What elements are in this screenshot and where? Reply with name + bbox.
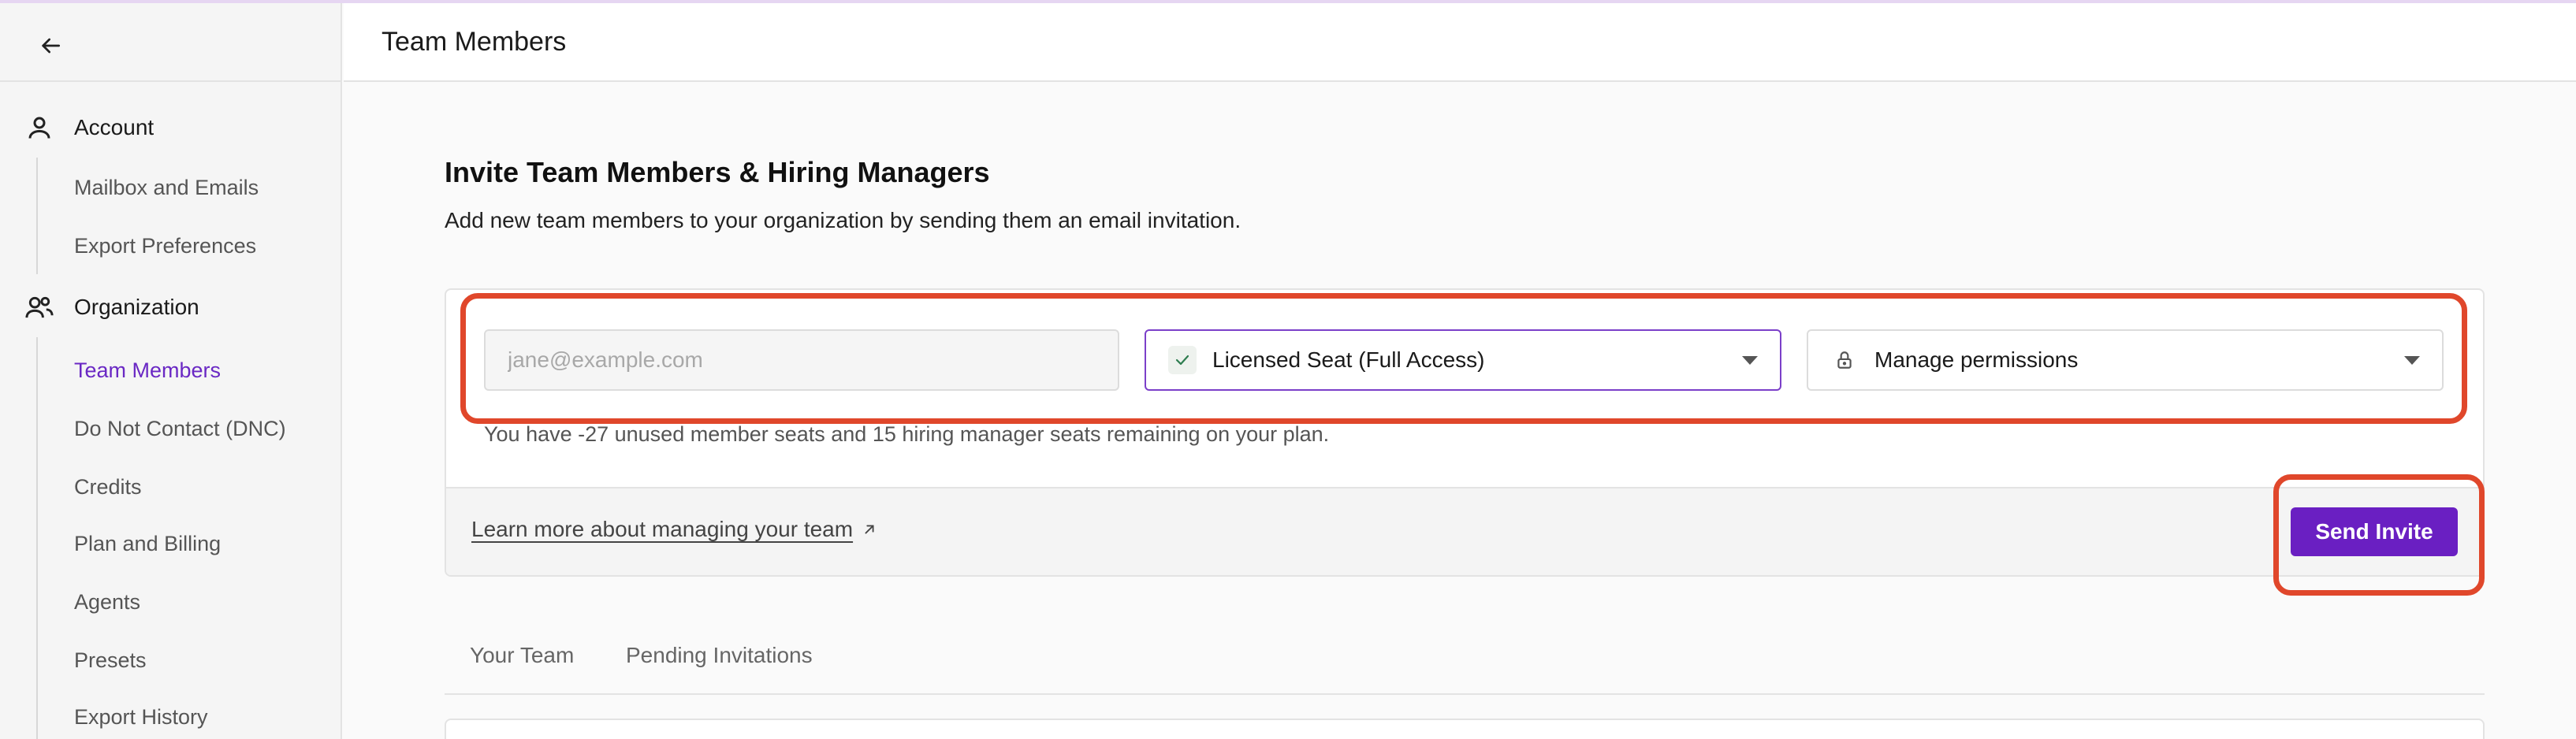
sidebar-section-label: Organization bbox=[74, 295, 199, 319]
sidebar-item-agents[interactable]: Agents bbox=[74, 585, 140, 619]
seat-type-value: Licensed Seat (Full Access) bbox=[1212, 347, 1485, 372]
sidebar-section-label: Account bbox=[74, 115, 154, 139]
caret-down-icon bbox=[2404, 355, 2420, 365]
sidebar-section-organization[interactable]: Organization bbox=[24, 284, 199, 331]
send-invite-button[interactable]: Send Invite bbox=[2291, 507, 2458, 556]
sidebar-item-credits[interactable]: Credits bbox=[74, 470, 142, 504]
invite-section-subtitle: Add new team members to your organizatio… bbox=[445, 208, 1241, 232]
tab-your-team[interactable]: Your Team bbox=[470, 643, 574, 668]
tab-pending-invitations[interactable]: Pending Invitations bbox=[626, 643, 813, 668]
invite-email-input[interactable] bbox=[484, 329, 1119, 391]
sidebar-back-row bbox=[0, 3, 341, 82]
sidebar-item-do-not-contact[interactable]: Do Not Contact (DNC) bbox=[74, 411, 286, 446]
sidebar-tree-line bbox=[36, 158, 38, 274]
lock-icon bbox=[1830, 346, 1859, 374]
page-header: Team Members bbox=[344, 3, 2576, 82]
seats-remaining-note: You have -27 unused member seats and 15 … bbox=[484, 422, 1330, 446]
permissions-select[interactable]: Manage permissions bbox=[1807, 329, 2444, 391]
learn-more-link[interactable]: Learn more about managing your team bbox=[471, 517, 878, 542]
people-icon bbox=[24, 292, 55, 323]
learn-more-link-label: Learn more about managing your team bbox=[471, 517, 854, 541]
check-icon bbox=[1168, 346, 1197, 374]
sidebar-item-plan-and-billing[interactable]: Plan and Billing bbox=[74, 526, 221, 561]
arrow-left-icon bbox=[42, 38, 60, 54]
external-link-icon bbox=[861, 521, 878, 538]
permissions-value: Manage permissions bbox=[1874, 347, 2079, 372]
invite-section-title: Invite Team Members & Hiring Managers bbox=[445, 156, 990, 188]
sidebar-section-account[interactable]: Account bbox=[24, 104, 154, 151]
sidebar-item-export-history[interactable]: Export History bbox=[74, 700, 208, 734]
settings-sidebar: Account Mailbox and Emails Export Prefer… bbox=[0, 3, 342, 739]
sidebar-item-mailbox-and-emails[interactable]: Mailbox and Emails bbox=[74, 170, 259, 205]
seat-type-select[interactable]: Licensed Seat (Full Access) bbox=[1145, 329, 1781, 391]
team-table bbox=[445, 719, 2485, 739]
tabs-divider bbox=[445, 693, 2485, 695]
sidebar-item-presets[interactable]: Presets bbox=[74, 643, 147, 678]
page-title: Team Members bbox=[382, 27, 567, 57]
back-button[interactable] bbox=[32, 27, 69, 65]
caret-down-icon bbox=[1742, 355, 1758, 365]
sidebar-item-team-members[interactable]: Team Members bbox=[74, 353, 221, 388]
sidebar-tree-line bbox=[36, 337, 38, 739]
sidebar-item-export-preferences[interactable]: Export Preferences bbox=[74, 228, 256, 263]
person-icon bbox=[24, 112, 55, 143]
